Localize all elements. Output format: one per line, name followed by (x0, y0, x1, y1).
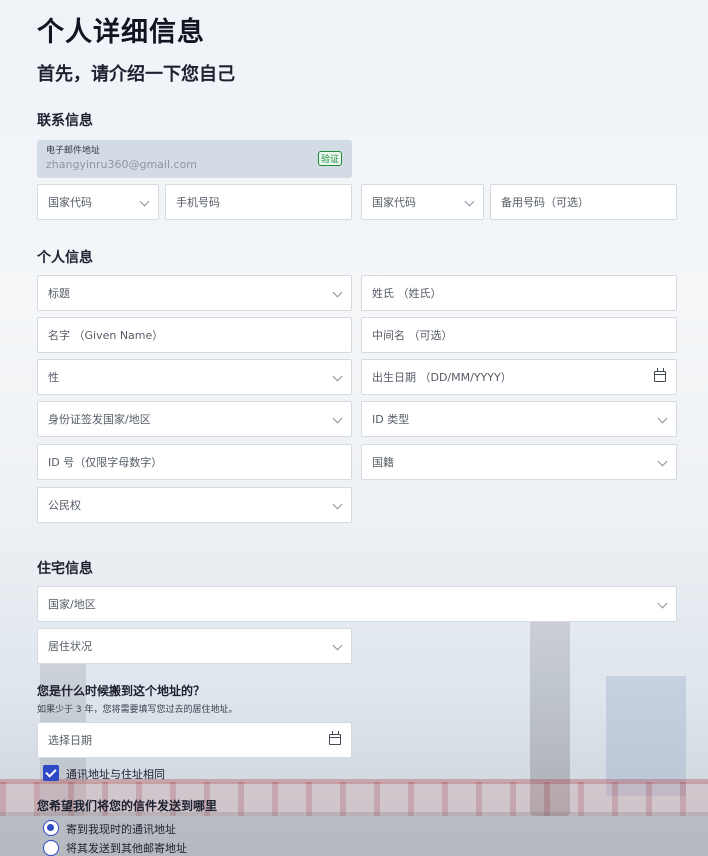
mail-option-current-label[interactable]: 寄到我现时的通讯地址 (66, 821, 176, 837)
chevron-down-icon (332, 287, 343, 298)
residential-section-heading: 住宅信息 (37, 561, 93, 577)
dob-placeholder: 出生日期 （DD/MM/YYYY） (372, 371, 512, 384)
country-region-select[interactable]: 国家/地区 (37, 586, 677, 622)
middle-name-placeholder: 中间名 （可选） (372, 329, 453, 342)
chevron-down-icon (657, 598, 668, 609)
move-in-hint: 如果少于 3 年，您将需要填写您过去的居住地址。 (37, 705, 238, 715)
phone-placeholder: 手机号码 (176, 196, 220, 209)
id-country-select-label: 身份证签发国家/地区 (48, 413, 151, 426)
alt-country-code-select[interactable]: 国家代码 (361, 184, 484, 220)
gender-select[interactable]: 性 (37, 359, 352, 395)
mail-destination-question: 您希望我们将您的信件发送到哪里 (37, 799, 218, 813)
chevron-down-icon (332, 413, 343, 424)
id-country-select[interactable]: 身份证签发国家/地区 (37, 401, 352, 437)
personal-section-heading: 个人信息 (37, 250, 93, 266)
background-building (606, 676, 686, 796)
move-in-question: 您是什么时候搬到这个地址的？ (37, 684, 206, 698)
phone-input[interactable]: 手机号码 (165, 184, 352, 220)
surname-placeholder: 姓氏 （姓氏） (372, 287, 442, 300)
id-type-select-label: ID 类型 (372, 413, 410, 426)
surname-input[interactable]: 姓氏 （姓氏） (361, 275, 677, 311)
middle-name-input[interactable]: 中间名 （可选） (361, 317, 677, 353)
chevron-down-icon (332, 371, 343, 382)
nationality-select-label: 国籍 (372, 456, 394, 469)
chevron-down-icon (657, 456, 668, 467)
same-address-label[interactable]: 通讯地址与住址相同 (66, 766, 165, 782)
mail-option-other-label[interactable]: 将其发送到其他邮寄地址 (66, 840, 187, 856)
move-in-date-input[interactable]: 选择日期 (37, 722, 352, 758)
move-in-date-placeholder: 选择日期 (48, 734, 92, 747)
same-address-checkbox[interactable] (43, 765, 59, 781)
chevron-down-icon (332, 640, 343, 651)
calendar-icon[interactable] (329, 731, 341, 745)
chevron-down-icon (464, 196, 475, 207)
title-select-label: 标题 (48, 287, 70, 300)
id-number-input[interactable]: ID 号（仅限字母数字） (37, 444, 352, 480)
title-select[interactable]: 标题 (37, 275, 352, 311)
id-number-placeholder: ID 号（仅限字母数字） (48, 456, 163, 469)
alt-phone-input[interactable]: 备用号码（可选） (490, 184, 677, 220)
dob-input[interactable]: 出生日期 （DD/MM/YYYY） (361, 359, 677, 395)
citizenship-select[interactable]: 公民权 (37, 487, 352, 523)
chevron-down-icon (139, 196, 150, 207)
chevron-down-icon (332, 499, 343, 510)
chevron-down-icon (657, 413, 668, 424)
residence-status-select-label: 居住状况 (48, 640, 92, 653)
page-title: 个人详细信息 (37, 17, 205, 48)
gender-select-label: 性 (48, 371, 59, 384)
country-code-select-label: 国家代码 (48, 196, 92, 209)
email-value: zhangyinru360@gmail.com (46, 158, 198, 171)
nationality-select[interactable]: 国籍 (361, 444, 677, 480)
verify-badge[interactable]: 验证 (317, 151, 342, 166)
citizenship-select-label: 公民权 (48, 499, 81, 512)
email-field: 电子邮件地址 zhangyinru360@gmail.com 验证 (37, 140, 352, 178)
mail-option-current-radio[interactable] (43, 820, 59, 836)
country-region-select-label: 国家/地区 (48, 598, 96, 611)
residence-status-select[interactable]: 居住状况 (37, 628, 352, 664)
country-code-select[interactable]: 国家代码 (37, 184, 159, 220)
given-name-placeholder: 名字 （Given Name） (48, 329, 164, 342)
background-lamp-post (530, 606, 570, 816)
alt-phone-placeholder: 备用号码（可选） (501, 196, 589, 209)
given-name-input[interactable]: 名字 （Given Name） (37, 317, 352, 353)
alt-country-code-select-label: 国家代码 (372, 196, 416, 209)
contact-section-heading: 联系信息 (37, 113, 93, 129)
email-label: 电子邮件地址 (46, 146, 101, 156)
calendar-icon[interactable] (654, 368, 666, 382)
id-type-select[interactable]: ID 类型 (361, 401, 677, 437)
page-subtitle: 首先，请介绍一下您自己 (37, 64, 235, 85)
mail-option-other-radio[interactable] (43, 840, 59, 856)
